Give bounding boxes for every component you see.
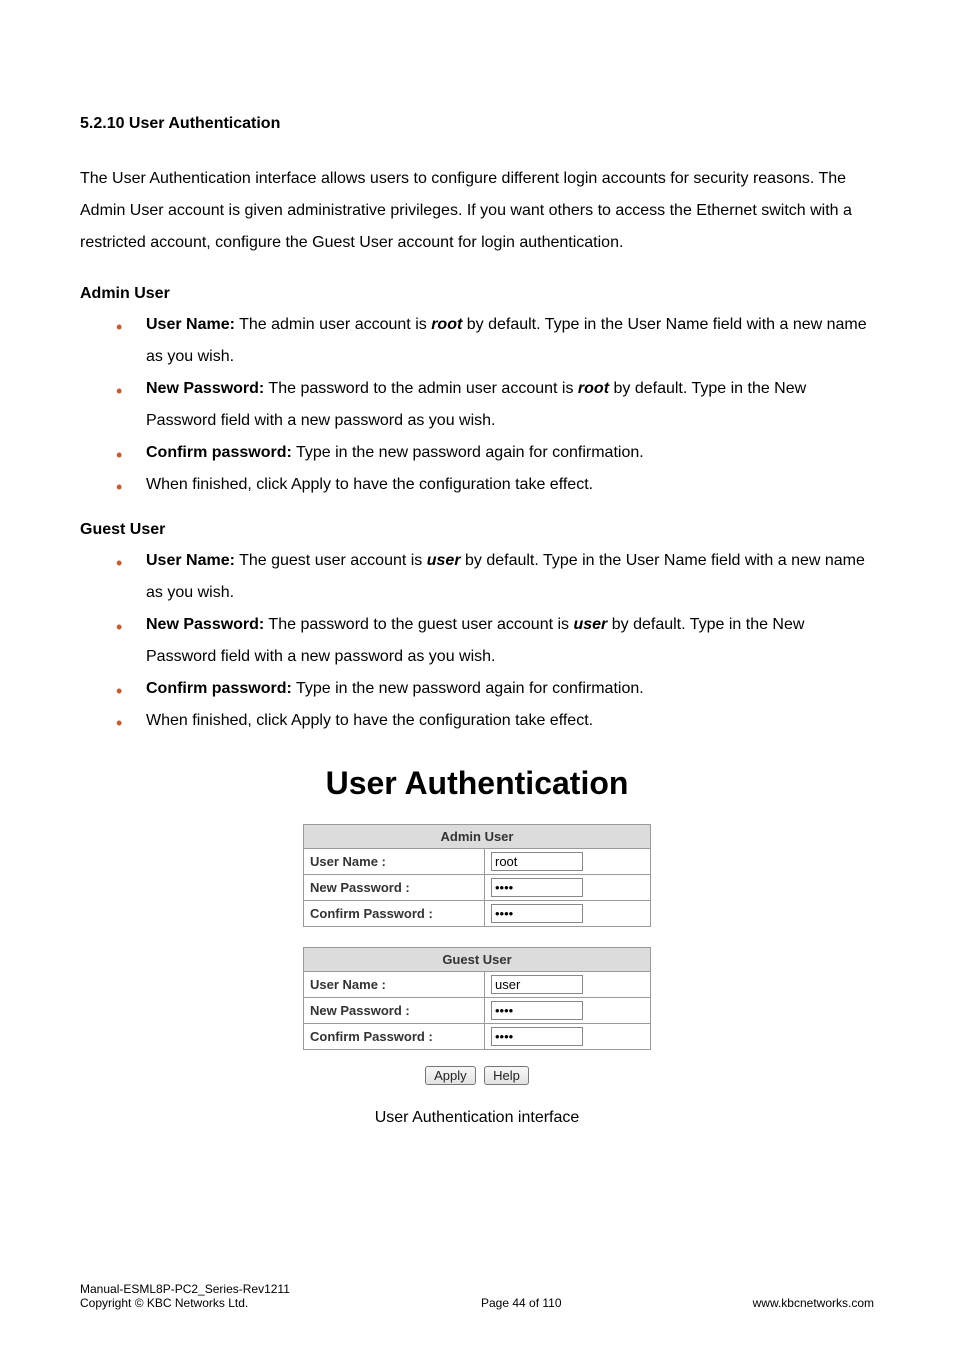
page-footer: Manual-ESML8P-PC2_Series-Rev1211 Copyrig… [80, 1282, 874, 1310]
text: Type in the new password again for confi… [292, 680, 644, 697]
admin-new-password-input[interactable] [491, 878, 583, 897]
guest-new-password-input[interactable] [491, 1001, 583, 1020]
label-text: New Password: [146, 380, 264, 397]
emphasis: user [427, 552, 461, 569]
row-label: Confirm Password : [304, 1024, 485, 1050]
intro-paragraph: The User Authentication interface allows… [80, 163, 874, 259]
section-heading: 5.2.10 User Authentication [80, 115, 874, 133]
admin-user-heading: Admin User [80, 285, 874, 303]
label-text: New Password: [146, 616, 264, 633]
text: The guest user account is [235, 552, 427, 569]
list-item: User Name: The guest user account is use… [126, 545, 874, 609]
footer-copyright: Copyright © KBC Networks Ltd. [80, 1296, 290, 1310]
row-label: User Name : [304, 849, 485, 875]
footer-manual: Manual-ESML8P-PC2_Series-Rev1211 [80, 1282, 290, 1296]
label-text: User Name: [146, 316, 235, 333]
text: When finished, click Apply to have the c… [146, 476, 593, 493]
admin-user-list: User Name: The admin user account is roo… [80, 309, 874, 501]
emphasis: root [578, 380, 609, 397]
figure-caption: User Authentication interface [375, 1109, 580, 1127]
text: The password to the guest user account i… [264, 616, 573, 633]
list-item: When finished, click Apply to have the c… [126, 469, 874, 501]
text: When finished, click Apply to have the c… [146, 712, 593, 729]
list-item: User Name: The admin user account is roo… [126, 309, 874, 373]
list-item: Confirm password: Type in the new passwo… [126, 673, 874, 705]
text: Type in the new password again for confi… [292, 444, 644, 461]
row-label: Confirm Password : [304, 901, 485, 927]
text: The password to the admin user account i… [264, 380, 578, 397]
emphasis: user [573, 616, 607, 633]
admin-username-input[interactable] [491, 852, 583, 871]
list-item: New Password: The password to the admin … [126, 373, 874, 437]
row-label: User Name : [304, 972, 485, 998]
emphasis: root [431, 316, 462, 333]
label-text: Confirm password: [146, 680, 292, 697]
guest-user-heading: Guest User [80, 521, 874, 539]
row-label: New Password : [304, 998, 485, 1024]
help-button[interactable]: Help [484, 1066, 529, 1085]
list-item: When finished, click Apply to have the c… [126, 705, 874, 737]
row-label: New Password : [304, 875, 485, 901]
table-header: Guest User [304, 948, 651, 972]
admin-confirm-password-input[interactable] [491, 904, 583, 923]
list-item: Confirm password: Type in the new passwo… [126, 437, 874, 469]
list-item: New Password: The password to the guest … [126, 609, 874, 673]
label-text: Confirm password: [146, 444, 292, 461]
admin-user-table: Admin User User Name : New Password : Co… [303, 824, 651, 927]
guest-user-table: Guest User User Name : New Password : Co… [303, 947, 651, 1050]
panel-title: User Authentication [80, 765, 874, 802]
apply-button[interactable]: Apply [425, 1066, 476, 1085]
text: The admin user account is [235, 316, 431, 333]
footer-url: www.kbcnetworks.com [753, 1296, 874, 1310]
table-header: Admin User [304, 825, 651, 849]
label-text: User Name: [146, 552, 235, 569]
guest-confirm-password-input[interactable] [491, 1027, 583, 1046]
guest-username-input[interactable] [491, 975, 583, 994]
footer-page-number: Page 44 of 110 [290, 1296, 753, 1310]
guest-user-list: User Name: The guest user account is use… [80, 545, 874, 737]
